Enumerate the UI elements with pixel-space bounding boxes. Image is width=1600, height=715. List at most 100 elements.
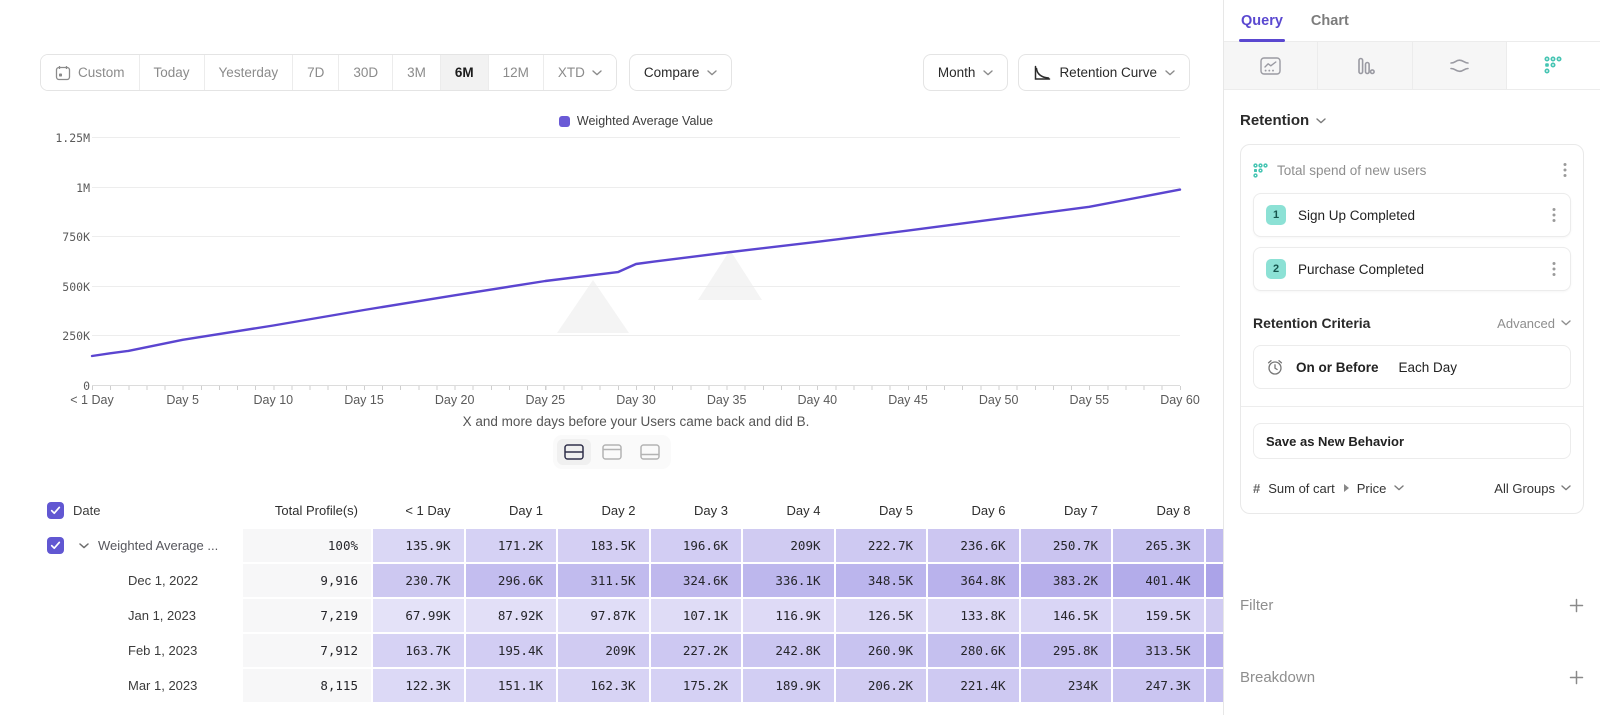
retention-section-header[interactable]: Retention [1240, 112, 1584, 129]
retention-value-cell[interactable]: 364.8K [928, 564, 1019, 597]
retention-value-cell[interactable]: 162.3K [558, 669, 649, 702]
retention-value-cell[interactable]: 236.6K [928, 529, 1019, 562]
retention-value-cell-clipped[interactable] [1206, 634, 1224, 667]
table-row-label[interactable]: Mar 1, 2023 [40, 669, 241, 702]
expand-row-chevron-icon[interactable] [79, 543, 89, 549]
behavior-step-2[interactable]: 2Purchase Completed [1253, 247, 1571, 291]
retention-value-cell[interactable]: 163.7K [373, 634, 464, 667]
tab-chart[interactable]: Chart [1311, 13, 1349, 41]
retention-value-cell-clipped[interactable] [1206, 669, 1224, 702]
tab-query[interactable]: Query [1241, 13, 1283, 41]
retention-line-series[interactable] [0, 110, 1223, 410]
retention-value-cell[interactable]: 175.2K [651, 669, 742, 702]
table-row-label[interactable]: Feb 1, 2023 [40, 634, 241, 667]
date-range-custom[interactable]: Custom [41, 55, 139, 90]
retention-value-cell[interactable]: 133.8K [928, 599, 1019, 632]
total-profiles-cell[interactable]: 9,916 [243, 564, 371, 597]
insights-tab[interactable] [1224, 42, 1318, 89]
compare-button[interactable]: Compare [629, 54, 733, 91]
retention-value-cell[interactable]: 348.5K [836, 564, 927, 597]
add-filter-button[interactable] [1569, 598, 1584, 613]
date-range-3m[interactable]: 3M [392, 55, 440, 90]
behavior-menu-button[interactable] [1559, 160, 1571, 180]
retention-value-cell[interactable]: 183.5K [558, 529, 649, 562]
retention-value-cell[interactable]: 159.5K [1113, 599, 1204, 632]
date-range-6m[interactable]: 6M [440, 55, 488, 90]
total-profiles-cell[interactable]: 7,912 [243, 634, 371, 667]
retention-value-cell[interactable]: 151.1K [466, 669, 557, 702]
retention-value-cell[interactable]: 250.7K [1021, 529, 1112, 562]
date-range-xtd[interactable]: XTD [543, 55, 616, 90]
retention-value-cell[interactable]: 171.2K [466, 529, 557, 562]
top-panel-view-toggle[interactable] [595, 439, 629, 465]
retention-value-cell[interactable]: 242.8K [743, 634, 834, 667]
total-profiles-cell[interactable]: 7,219 [243, 599, 371, 632]
retention-value-cell[interactable]: 67.99K [373, 599, 464, 632]
behavior-step-1[interactable]: 1Sign Up Completed [1253, 193, 1571, 237]
add-breakdown-button[interactable] [1569, 670, 1584, 685]
granularity-dropdown[interactable]: Month [923, 54, 1009, 91]
retention-value-cell[interactable]: 280.6K [928, 634, 1019, 667]
retention-value-cell[interactable]: 122.3K [373, 669, 464, 702]
retention-value-cell[interactable]: 116.9K [743, 599, 834, 632]
retention-value-cell[interactable]: 107.1K [651, 599, 742, 632]
retention-value-cell[interactable]: 265.3K [1113, 529, 1204, 562]
retention-value-cell[interactable]: 227.2K [651, 634, 742, 667]
retention-value-cell[interactable]: 135.9K [373, 529, 464, 562]
date-range-12m[interactable]: 12M [488, 55, 543, 90]
retention-value-cell[interactable]: 234K [1021, 669, 1112, 702]
retention-value-cell[interactable]: 209K [743, 529, 834, 562]
date-range-yesterday[interactable]: Yesterday [204, 55, 293, 90]
table-row-label[interactable]: Weighted Average ... [40, 529, 241, 562]
retention-value-cell-clipped[interactable] [1206, 529, 1224, 562]
flows-tab[interactable] [1413, 42, 1507, 89]
funnels-tab[interactable] [1318, 42, 1412, 89]
split-view-toggle[interactable] [557, 439, 591, 465]
retention-value-cell-clipped[interactable] [1206, 599, 1224, 632]
table-header-day-1: Day 1 [466, 494, 557, 527]
date-range-today[interactable]: Today [139, 55, 204, 90]
retention-value-cell[interactable]: 209K [558, 634, 649, 667]
retention-value-cell[interactable]: 189.9K [743, 669, 834, 702]
retention-value-cell[interactable]: 97.87K [558, 599, 649, 632]
retention-value-cell[interactable]: 336.1K [743, 564, 834, 597]
bottom-panel-view-toggle[interactable] [633, 439, 667, 465]
retention-value-cell[interactable]: 206.2K [836, 669, 927, 702]
retention-value-cell[interactable]: 196.6K [651, 529, 742, 562]
criteria-timing-control[interactable]: On or Before Each Day [1253, 345, 1571, 389]
retention-value-cell[interactable]: 311.5K [558, 564, 649, 597]
retention-value-cell[interactable]: 296.6K [466, 564, 557, 597]
date-range-30d[interactable]: 30D [338, 55, 392, 90]
date-range-7d[interactable]: 7D [292, 55, 338, 90]
step-menu-button[interactable] [1548, 259, 1560, 279]
retention-value-cell[interactable]: 260.9K [836, 634, 927, 667]
retention-value-cell[interactable]: 401.4K [1113, 564, 1204, 597]
retention-value-cell[interactable]: 221.4K [928, 669, 1019, 702]
chart-type-dropdown[interactable]: Retention Curve [1018, 54, 1190, 91]
total-profiles-cell[interactable]: 100% [243, 529, 371, 562]
retention-value-cell[interactable]: 146.5K [1021, 599, 1112, 632]
retention-value-cell[interactable]: 383.2K [1021, 564, 1112, 597]
retention-value-cell[interactable]: 295.8K [1021, 634, 1112, 667]
retention-tab[interactable] [1507, 42, 1600, 89]
table-row-label[interactable]: Dec 1, 2022 [40, 564, 241, 597]
retention-value-cell[interactable]: 126.5K [836, 599, 927, 632]
retention-value-cell[interactable]: 87.92K [466, 599, 557, 632]
save-as-new-behavior-button[interactable]: Save as New Behavior [1253, 423, 1571, 459]
retention-value-cell[interactable]: 195.4K [466, 634, 557, 667]
retention-value-cell[interactable]: 324.6K [651, 564, 742, 597]
measure-property-label[interactable]: Price [1357, 481, 1387, 496]
groups-dropdown[interactable]: All Groups [1494, 481, 1571, 496]
retention-value-cell[interactable]: 230.7K [373, 564, 464, 597]
criteria-mode-dropdown[interactable]: Advanced [1497, 316, 1571, 331]
table-row-label[interactable]: Jan 1, 2023 [40, 599, 241, 632]
retention-value-cell[interactable]: 222.7K [836, 529, 927, 562]
measure-event-label[interactable]: Sum of cart [1268, 481, 1334, 496]
retention-value-cell[interactable]: 247.3K [1113, 669, 1204, 702]
checkbox-checked[interactable] [47, 502, 64, 519]
checkbox-checked[interactable] [47, 537, 64, 554]
retention-value-cell-clipped[interactable] [1206, 564, 1224, 597]
step-menu-button[interactable] [1548, 205, 1560, 225]
retention-value-cell[interactable]: 313.5K [1113, 634, 1204, 667]
total-profiles-cell[interactable]: 8,115 [243, 669, 371, 702]
